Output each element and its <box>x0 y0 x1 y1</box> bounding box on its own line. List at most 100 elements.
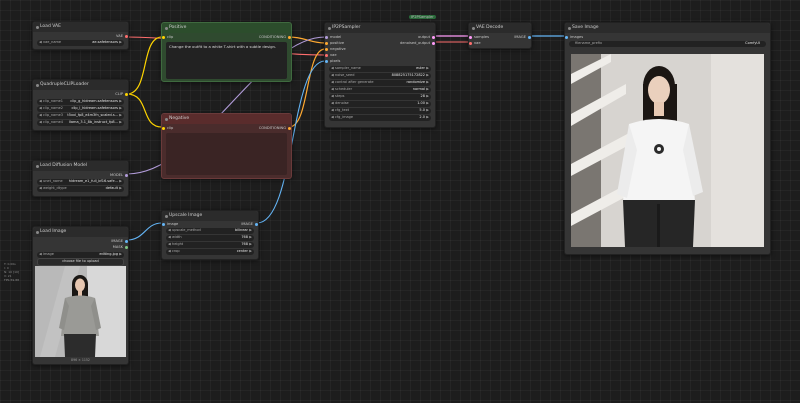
arrow-left-icon[interactable]: ◀ <box>331 87 334 93</box>
prompt-textarea[interactable]: Change the outfit to a white T-shirt wit… <box>166 42 287 79</box>
output-image[interactable]: IMAGE <box>514 35 531 40</box>
clip-name4-combo[interactable]: ◀ clip_name4 llama_3.1_8b_instruct_fp8... ▶ <box>37 120 124 126</box>
output-conditioning[interactable]: CONDITIONING <box>259 35 291 40</box>
width-number[interactable]: ◀ width 768 ▶ <box>166 235 254 241</box>
collapse-dot-icon[interactable] <box>35 230 39 234</box>
node-positive-prompt[interactable]: Positive clip CONDITIONING Change the ou… <box>161 22 292 82</box>
arrow-right-icon[interactable]: ▶ <box>119 252 122 258</box>
arrow-right-icon[interactable]: ▶ <box>426 66 429 72</box>
clip-name1-combo[interactable]: ◀ clip_name1 clip_g_hidream.safetensors ▶ <box>37 99 124 105</box>
denoise-number[interactable]: ◀ denoise 1.00 ▶ <box>329 101 431 107</box>
steps-number[interactable]: ◀ steps 28 ▶ <box>329 94 431 100</box>
output-conditioning[interactable]: CONDITIONING <box>259 126 291 131</box>
arrow-right-icon[interactable]: ▶ <box>249 242 252 248</box>
arrow-left-icon[interactable]: ◀ <box>331 66 334 72</box>
arrow-left-icon[interactable]: ◀ <box>331 73 334 79</box>
vae-port-icon[interactable] <box>125 35 128 38</box>
node-title[interactable]: Upscale Image <box>162 211 258 221</box>
input-samples[interactable]: samples <box>469 35 489 40</box>
arrow-left-icon[interactable]: ◀ <box>39 113 42 119</box>
conditioning-port-icon[interactable] <box>325 42 328 45</box>
output-image[interactable]: IMAGE <box>111 239 128 244</box>
conditioning-port-icon[interactable] <box>325 48 328 51</box>
arrow-left-icon[interactable]: ◀ <box>331 108 334 114</box>
prompt-textarea[interactable] <box>166 133 287 175</box>
model-port-icon[interactable] <box>325 36 328 39</box>
arrow-right-icon[interactable]: ▶ <box>119 113 122 119</box>
arrow-right-icon[interactable]: ▶ <box>426 94 429 100</box>
arrow-right-icon[interactable]: ▶ <box>119 186 122 192</box>
node-title[interactable]: IP2PSampler <box>325 23 435 33</box>
node-vae-decode[interactable]: VAE Decode samples vae IMAGE <box>468 22 532 49</box>
input-model[interactable]: model <box>325 35 341 40</box>
node-title[interactable]: Load VAE <box>33 22 128 32</box>
node-title[interactable]: Positive <box>162 23 291 33</box>
input-image[interactable]: image <box>162 222 178 227</box>
arrow-right-icon[interactable]: ▶ <box>119 99 122 105</box>
clip-port-icon[interactable] <box>162 127 165 130</box>
arrow-left-icon[interactable]: ◀ <box>331 101 334 107</box>
arrow-right-icon[interactable]: ▶ <box>426 73 429 79</box>
clip-port-icon[interactable] <box>162 36 165 39</box>
model-port-icon[interactable] <box>125 174 128 177</box>
arrow-left-icon[interactable]: ◀ <box>331 115 334 121</box>
collapse-dot-icon[interactable] <box>164 26 168 30</box>
collapse-dot-icon[interactable] <box>35 83 39 87</box>
image-port-icon[interactable] <box>255 223 258 226</box>
conditioning-port-icon[interactable] <box>288 36 291 39</box>
arrow-left-icon[interactable]: ◀ <box>39 252 42 258</box>
output-vae[interactable]: VAE <box>116 34 128 39</box>
node-upscale-image[interactable]: Upscale Image image IMAGE ◀ upscale_metho… <box>161 210 259 260</box>
conditioning-port-icon[interactable] <box>288 127 291 130</box>
image-port-icon[interactable] <box>325 60 328 63</box>
node-load-vae[interactable]: Load VAE VAE ◀ vae_name ae.safetensors ▶ <box>32 21 129 50</box>
image-port-icon[interactable] <box>565 36 568 39</box>
input-images[interactable]: images <box>565 35 583 40</box>
output-model[interactable]: MODEL <box>110 173 128 178</box>
upload-button[interactable]: choose file to upload <box>37 258 124 266</box>
arrow-right-icon[interactable]: ▶ <box>249 249 252 255</box>
arrow-right-icon[interactable]: ▶ <box>119 120 122 126</box>
arrow-right-icon[interactable]: ▶ <box>119 106 122 112</box>
node-title[interactable]: VAE Decode <box>469 23 531 33</box>
node-title[interactable]: Save Image <box>565 23 770 33</box>
arrow-left-icon[interactable]: ◀ <box>331 94 334 100</box>
node-save-image[interactable]: Save Image images filename_prefix ComfyUI <box>564 22 771 255</box>
image-port-icon[interactable] <box>162 223 165 226</box>
unet-name-combo[interactable]: ◀ unet_name hidream_e1_full_bf16.safe... ▶ <box>37 179 124 185</box>
sampler-name-combo[interactable]: ◀ sampler_name euler ▶ <box>329 66 431 72</box>
collapse-dot-icon[interactable] <box>471 26 475 30</box>
control-after-generate-combo[interactable]: ◀ control after generate randomize ▶ <box>329 80 431 86</box>
input-vae[interactable]: vae <box>325 53 337 58</box>
collapse-dot-icon[interactable] <box>35 25 39 29</box>
latent-port-icon[interactable] <box>469 36 472 39</box>
input-vae[interactable]: vae <box>469 41 481 46</box>
node-ip2p-sampler[interactable]: IP2PSampler model positive negative vae … <box>324 22 436 128</box>
arrow-left-icon[interactable]: ◀ <box>39 186 42 192</box>
node-load-image[interactable]: Load Image IMAGE MASK ◀ image editing.jpg ▶… <box>32 226 129 365</box>
input-pixels[interactable]: pixels <box>325 59 340 64</box>
arrow-left-icon[interactable]: ◀ <box>168 242 171 248</box>
scheduler-combo[interactable]: ◀ scheduler normal ▶ <box>329 87 431 93</box>
arrow-left-icon[interactable]: ◀ <box>39 99 42 105</box>
collapse-dot-icon[interactable] <box>327 26 331 30</box>
vae-name-combo[interactable]: ◀ vae_name ae.safetensors ▶ <box>37 40 124 46</box>
vae-port-icon[interactable] <box>325 54 328 57</box>
arrow-right-icon[interactable]: ▶ <box>426 115 429 121</box>
arrow-left-icon[interactable]: ◀ <box>39 179 42 185</box>
latent-port-icon[interactable] <box>432 42 435 45</box>
crop-combo[interactable]: ◀ crop center ▶ <box>166 249 254 255</box>
cfg-text-number[interactable]: ◀ cfg_text 5.0 ▶ <box>329 108 431 114</box>
arrow-right-icon[interactable]: ▶ <box>426 101 429 107</box>
output-mask[interactable]: MASK <box>113 245 128 250</box>
node-negative-prompt[interactable]: Negative clip CONDITIONING <box>161 113 292 179</box>
output-clip[interactable]: CLIP <box>115 92 128 97</box>
node-title[interactable]: Load Diffusion Model <box>33 161 128 171</box>
arrow-left-icon[interactable]: ◀ <box>331 80 334 86</box>
collapse-dot-icon[interactable] <box>35 164 39 168</box>
arrow-right-icon[interactable]: ▶ <box>119 40 122 46</box>
output-image[interactable]: IMAGE <box>241 222 258 227</box>
arrow-right-icon[interactable]: ▶ <box>426 80 429 86</box>
node-title[interactable]: Negative <box>162 114 291 124</box>
arrow-right-icon[interactable]: ▶ <box>119 179 122 185</box>
